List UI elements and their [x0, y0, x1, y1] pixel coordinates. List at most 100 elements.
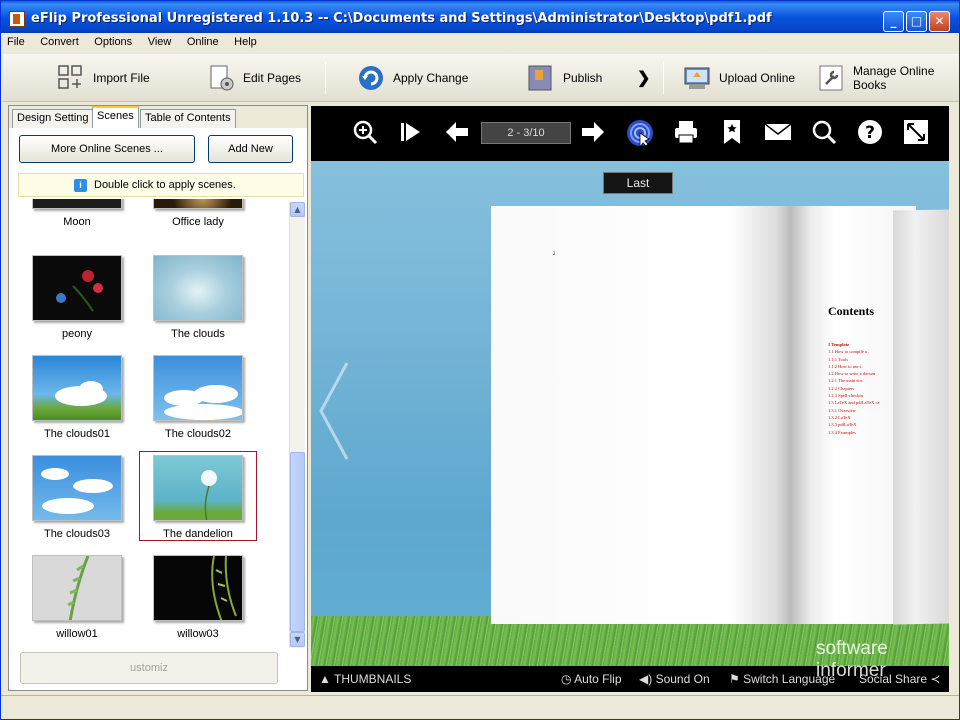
maximize-button[interactable]: □ — [906, 11, 927, 32]
edit-pages-label: Edit Pages — [243, 71, 302, 85]
scrollbar-thumb[interactable] — [290, 452, 305, 632]
flip-previous-arrow-icon[interactable] — [319, 361, 349, 461]
last-page-icon[interactable] — [625, 119, 655, 149]
scene-willow01[interactable]: willow01 — [18, 555, 136, 640]
toc-entry: 1.1.2 How to use t — [828, 363, 861, 369]
menu-file[interactable]: File — [1, 33, 31, 51]
last-tooltip: Last — [603, 172, 673, 194]
thumbnails-button[interactable]: ▲ THUMBNAILS — [319, 672, 411, 686]
scene-label: The clouds02 — [164, 428, 232, 440]
next-page-icon[interactable] — [578, 119, 608, 149]
import-file-button[interactable]: Import File — [57, 60, 150, 96]
zoom-in-icon[interactable] — [350, 119, 380, 149]
email-icon[interactable] — [763, 119, 793, 149]
main-toolbar: Import File Edit Pages Apply Change Publ… — [3, 54, 959, 102]
scene-willow03[interactable]: willow03 — [139, 555, 257, 640]
upload-online-label: Upload Online — [719, 71, 796, 85]
peony-scene-thumbnail — [32, 255, 122, 321]
upload-online-button[interactable]: Upload Online — [683, 60, 795, 96]
page-number-field[interactable]: 2 - 3/10 — [481, 122, 571, 144]
search-icon[interactable] — [809, 119, 839, 149]
watermark-line: informer — [816, 660, 886, 681]
speaker-icon: ◀) — [639, 672, 653, 686]
flag-icon: ⚑ — [729, 672, 740, 686]
close-button[interactable]: ✕ — [929, 11, 950, 32]
apply-change-label: Apply Change — [393, 71, 469, 85]
tab-scenes[interactable]: Scenes — [92, 106, 139, 128]
toc-entry: 1.2.2 Chapters — [828, 385, 855, 391]
manage-online-books-label: Manage Online Books — [853, 64, 935, 92]
tab-table-of-contents[interactable]: Table of Contents — [140, 109, 236, 128]
clouds03-scene-thumbnail — [32, 455, 122, 521]
toolbar-separator — [325, 62, 326, 94]
customize-button[interactable]: ustomiz — [20, 652, 278, 684]
left-panel: Design Setting Scenes Table of Contents … — [8, 105, 308, 691]
scene-label: willow01 — [56, 628, 98, 640]
eflip-app-icon — [9, 11, 25, 27]
help-icon[interactable]: ? — [855, 119, 885, 149]
menu-view[interactable]: View — [142, 33, 178, 51]
toolbar-separator — [663, 62, 664, 94]
sound-on-label: Sound On — [655, 672, 710, 686]
first-page-icon[interactable] — [396, 119, 426, 149]
toc-entry: 1.3.1 Overview — [828, 407, 856, 413]
minimize-button[interactable]: _ — [883, 11, 904, 32]
scene-label: The clouds01 — [43, 428, 111, 440]
edit-pages-button[interactable]: Edit Pages — [207, 60, 301, 96]
previous-page-icon[interactable] — [442, 119, 472, 149]
upload-online-icon — [683, 64, 711, 92]
apply-change-button[interactable]: Apply Change — [357, 60, 468, 96]
publish-icon — [527, 64, 555, 92]
tab-design-setting[interactable]: Design Setting — [12, 109, 94, 128]
scenes-scrollbar[interactable]: ▲ ▼ — [289, 202, 305, 648]
menu-options[interactable]: Options — [88, 33, 138, 51]
scene-office-lady[interactable]: Office lady — [139, 199, 257, 228]
scene-the-clouds02[interactable]: The clouds02 — [139, 355, 257, 440]
fullscreen-icon[interactable] — [901, 119, 931, 149]
clock-icon: ◷ — [561, 672, 572, 686]
scene-peony[interactable]: peony — [18, 255, 136, 340]
scene-the-dandelion[interactable]: The dandelion — [139, 451, 257, 541]
scroll-up-arrow-icon[interactable]: ▲ — [290, 202, 305, 217]
scene-label: The clouds — [171, 328, 225, 340]
bookmark-icon[interactable] — [717, 119, 747, 149]
auto-flip-button[interactable]: ◷ Auto Flip — [561, 672, 622, 686]
toolbar-more-chevron-icon[interactable]: ❯ — [637, 60, 650, 96]
title-bar: eFlip Professional Unregistered 1.10.3 -… — [1, 1, 959, 33]
scene-label: The clouds03 — [43, 528, 111, 540]
scene-label: The dandelion — [163, 528, 233, 540]
svg-text:?: ? — [865, 123, 875, 143]
scene-label: Office lady — [172, 216, 224, 228]
toc-entry: 1.1 How to compile a . — [828, 349, 870, 355]
left-page[interactable]: 2 — [491, 206, 791, 624]
more-online-scenes-button[interactable]: More Online Scenes ... — [19, 135, 195, 163]
scene-the-clouds01[interactable]: The clouds01 — [18, 355, 136, 440]
watermark-line: software — [816, 638, 888, 659]
scene-label: Moon — [63, 216, 91, 228]
thumbnails-label: THUMBNAILS — [334, 672, 412, 686]
scroll-down-arrow-icon[interactable]: ▼ — [290, 632, 305, 647]
menu-online[interactable]: Online — [181, 33, 225, 51]
manage-online-books-button[interactable]: Manage Online Books — [817, 60, 959, 96]
import-file-icon — [57, 64, 85, 92]
wrench-icon — [817, 64, 845, 92]
scene-moon[interactable]: Moon — [18, 199, 136, 228]
scene-the-clouds[interactable]: The clouds — [139, 255, 257, 340]
print-icon[interactable] — [671, 119, 701, 149]
viewer-toolbar: 2 - 3/10 ? — [311, 106, 949, 161]
scene-the-clouds03[interactable]: The clouds03 — [18, 455, 136, 540]
scene-label: peony — [62, 328, 92, 340]
menu-help[interactable]: Help — [228, 33, 263, 51]
willow01-scene-thumbnail — [32, 555, 122, 621]
willow03-scene-thumbnail — [153, 555, 243, 621]
publish-button[interactable]: Publish — [527, 60, 602, 96]
add-new-button[interactable]: Add New — [208, 135, 293, 163]
scene-label: willow03 — [177, 628, 219, 640]
flipbook[interactable]: 2 Contents 1 Template 1.1 How to compile… — [491, 206, 949, 625]
sound-on-button[interactable]: ◀) Sound On — [639, 672, 710, 686]
software-informer-watermark: software informer — [786, 638, 946, 682]
edit-pages-icon — [207, 64, 235, 92]
scenes-hint-text: Double click to apply scenes. — [94, 179, 236, 191]
menu-convert[interactable]: Convert — [34, 33, 85, 51]
triangle-up-icon: ▲ — [319, 672, 331, 686]
